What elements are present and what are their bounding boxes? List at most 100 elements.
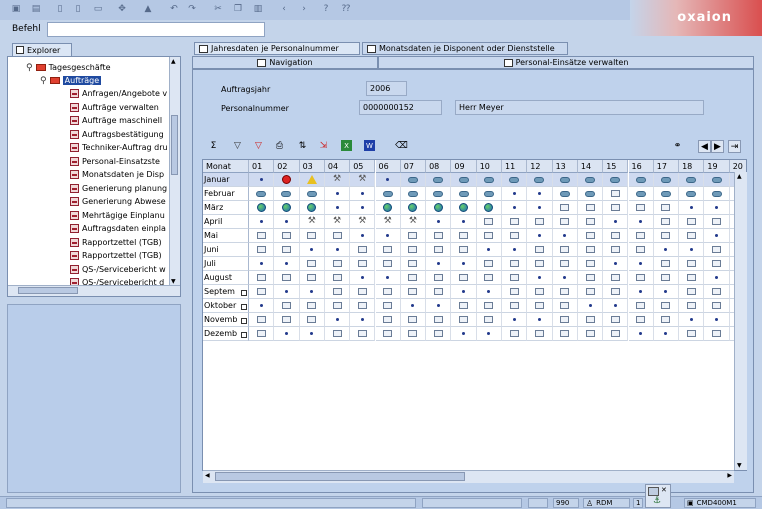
grid-day-cell[interactable] <box>552 173 578 187</box>
tree-item[interactable]: Rapportzettel (TGB) <box>70 236 162 249</box>
grid-day-cell[interactable] <box>426 271 452 285</box>
grid-month-cell[interactable]: August <box>203 271 249 285</box>
grid-day-cell[interactable] <box>577 187 604 201</box>
grid-month-cell[interactable]: Oktober <box>203 299 249 313</box>
grid-day-cell[interactable] <box>502 257 528 271</box>
grid-day-cell[interactable] <box>274 173 300 187</box>
scroll-down-icon[interactable]: ▼ <box>737 462 742 469</box>
grid-day-cell[interactable] <box>577 271 604 285</box>
grid-day-cell[interactable] <box>375 243 401 257</box>
grid-day-cell[interactable] <box>628 215 654 229</box>
sum-icon[interactable]: Σ <box>208 140 219 151</box>
grid-day-cell[interactable] <box>577 173 604 187</box>
grid-day-cell[interactable] <box>527 299 553 313</box>
grid-day-cell[interactable]: ⚒ <box>350 215 376 229</box>
grid-day-cell[interactable] <box>603 215 629 229</box>
save-icon[interactable]: ▣ <box>10 3 22 15</box>
tree-item[interactable]: Techniker-Auftrag dru <box>70 141 168 154</box>
grid-day-cell[interactable] <box>527 257 553 271</box>
grid-month-cell[interactable]: Novemb <box>203 313 249 327</box>
grid-day-cell[interactable] <box>350 327 376 341</box>
grid-day-cell[interactable] <box>249 313 275 327</box>
grid-day-cell[interactable] <box>451 229 477 243</box>
prev-page-icon[interactable]: ◀ <box>698 140 711 153</box>
grid-day-cell[interactable] <box>375 313 401 327</box>
tab-explorer[interactable]: Explorer <box>12 43 72 56</box>
grid-header-day[interactable]: 14 <box>577 160 604 173</box>
grid-day-cell[interactable] <box>451 257 477 271</box>
tree-hscroll-thumb[interactable] <box>18 287 78 294</box>
cut-icon[interactable]: ✂ <box>212 3 224 15</box>
grid-day-cell[interactable] <box>476 243 502 257</box>
tree-item[interactable]: Rapportzettel (TGB) <box>70 249 162 262</box>
tree-item[interactable]: Anfragen/Angebote v <box>70 87 167 100</box>
close-icon[interactable]: ✕ <box>661 486 667 494</box>
grid-day-cell[interactable] <box>451 285 477 299</box>
grid-header-day[interactable]: 19 <box>704 160 730 173</box>
grid-day-cell[interactable] <box>274 215 300 229</box>
grid-day-cell[interactable] <box>679 271 705 285</box>
grid-header-day[interactable]: 02 <box>274 160 300 173</box>
grid-day-cell[interactable] <box>704 313 730 327</box>
grid-day-cell[interactable] <box>603 285 629 299</box>
grid-day-cell[interactable] <box>476 271 502 285</box>
grid-day-cell[interactable] <box>679 327 705 341</box>
grid-day-cell[interactable] <box>476 299 502 313</box>
grid-hscroll-thumb[interactable] <box>215 472 465 481</box>
grid-day-cell[interactable] <box>552 257 578 271</box>
grid-day-cell[interactable] <box>451 313 477 327</box>
grid-day-cell[interactable] <box>704 229 730 243</box>
grid-day-cell[interactable] <box>603 201 629 215</box>
redo-icon[interactable]: ↷ <box>186 3 198 15</box>
grid-header-day[interactable]: 06 <box>375 160 401 173</box>
grid-header-day[interactable]: 09 <box>451 160 477 173</box>
tree-item[interactable]: Auftragsbestätigung <box>70 128 164 141</box>
scroll-up-icon[interactable]: ▲ <box>171 58 178 66</box>
grid-day-cell[interactable]: ⚒ <box>400 215 427 229</box>
grid-day-cell[interactable] <box>577 313 604 327</box>
grid-day-cell[interactable] <box>249 187 275 201</box>
arrow-left-icon[interactable]: ‹ <box>278 3 290 15</box>
grid-day-cell[interactable] <box>653 299 680 313</box>
grid-day-cell[interactable] <box>299 257 325 271</box>
grid-day-cell[interactable]: ⚒ <box>375 215 401 229</box>
grid-day-cell[interactable] <box>628 173 654 187</box>
grid-day-cell[interactable] <box>704 299 730 313</box>
grid-day-cell[interactable] <box>249 201 275 215</box>
grid-day-cell[interactable] <box>577 243 604 257</box>
scroll-up-icon[interactable]: ▲ <box>737 173 742 180</box>
grid-day-cell[interactable] <box>375 173 401 187</box>
grid-day-cell[interactable] <box>350 313 376 327</box>
grid-day-cell[interactable] <box>400 271 427 285</box>
grid-header-day[interactable]: 15 <box>603 160 629 173</box>
grid-day-cell[interactable] <box>249 229 275 243</box>
grid-header-day[interactable]: 04 <box>324 160 351 173</box>
grid-day-cell[interactable] <box>324 243 351 257</box>
grid-day-cell[interactable] <box>476 173 502 187</box>
grid-day-cell[interactable] <box>426 229 452 243</box>
grid-day-cell[interactable] <box>350 299 376 313</box>
grid-day-cell[interactable] <box>577 299 604 313</box>
grid-month-cell[interactable]: Februar <box>203 187 249 201</box>
tree-item[interactable]: Personal-Einsatzste <box>70 155 160 168</box>
tree-vscroll-thumb[interactable] <box>171 115 178 175</box>
grid-header-day[interactable]: 08 <box>426 160 452 173</box>
grid-header-day[interactable]: 07 <box>400 160 427 173</box>
grid-day-cell[interactable] <box>679 243 705 257</box>
tree-item[interactable]: Generierung planung <box>70 182 167 195</box>
grid-day-cell[interactable] <box>577 257 604 271</box>
grid-day-cell[interactable] <box>249 243 275 257</box>
grid-day-cell[interactable] <box>400 229 427 243</box>
context-help-icon[interactable]: ⁇ <box>340 3 352 15</box>
grid-day-cell[interactable] <box>274 285 300 299</box>
connection-icon[interactable]: ✕ ⚓ <box>645 484 671 508</box>
tree-item[interactable]: Aufträge verwalten <box>70 101 159 114</box>
grid-day-cell[interactable] <box>324 299 351 313</box>
grid-day-cell[interactable] <box>603 313 629 327</box>
tree-item[interactable]: Aufträge maschinell <box>70 114 162 127</box>
eraser-icon[interactable]: ⌫ <box>395 140 408 151</box>
grid-day-cell[interactable] <box>628 201 654 215</box>
grid-day-cell[interactable] <box>324 327 351 341</box>
next-page-icon[interactable]: ▶ <box>711 140 724 153</box>
grid-day-cell[interactable] <box>704 327 730 341</box>
